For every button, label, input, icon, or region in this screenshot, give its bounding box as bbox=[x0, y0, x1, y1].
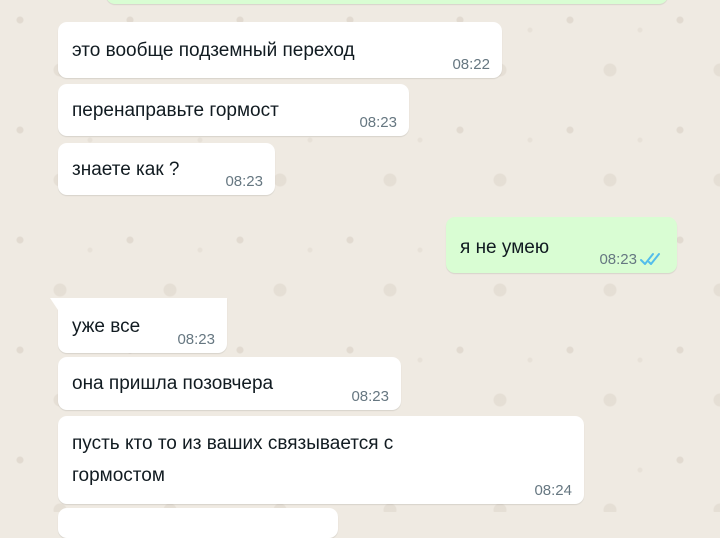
message-text: это вообще подземный переход bbox=[72, 40, 355, 61]
message-bubble-incoming[interactable]: пусть кто то из ваших связывается с горм… bbox=[58, 416, 584, 504]
message-bubble-outgoing[interactable] bbox=[106, 0, 668, 4]
message-timestamp: 08:23 bbox=[599, 251, 637, 268]
message-text: она пришла позовчера bbox=[72, 373, 274, 394]
message-timestamp: 08:23 bbox=[177, 331, 215, 348]
message-bubble-incoming[interactable]: это вообще подземный переход 08:22 bbox=[58, 22, 502, 78]
message-bubble-incoming[interactable]: перенаправьте гормост 08:23 bbox=[58, 84, 409, 136]
message-bubble-incoming[interactable]: знаете как ? 08:23 bbox=[58, 143, 275, 195]
message-bubble-incoming[interactable]: она пришла позовчера 08:23 bbox=[58, 357, 401, 410]
double-check-icon bbox=[640, 253, 660, 265]
message-timestamp: 08:24 bbox=[534, 482, 572, 499]
message-bubble-outgoing[interactable]: я не умею 08:23 bbox=[446, 217, 677, 273]
message-text-line: пусть кто то из ваших связывается с bbox=[72, 433, 394, 454]
message-bubble-incoming[interactable]: уже все 08:23 bbox=[50, 298, 227, 353]
message-bubble-incoming[interactable] bbox=[58, 508, 338, 538]
message-text-line: гормостом bbox=[72, 465, 165, 486]
message-timestamp: 08:23 bbox=[351, 388, 389, 405]
message-timestamp: 08:22 bbox=[452, 56, 490, 73]
chat-messages[interactable]: это вообще подземный переход 08:22 перен… bbox=[0, 0, 720, 538]
message-timestamp: 08:23 bbox=[225, 173, 263, 190]
bubble-tail bbox=[50, 298, 58, 310]
message-timestamp: 08:23 bbox=[359, 114, 397, 131]
message-text: перенаправьте гормост bbox=[72, 100, 279, 121]
